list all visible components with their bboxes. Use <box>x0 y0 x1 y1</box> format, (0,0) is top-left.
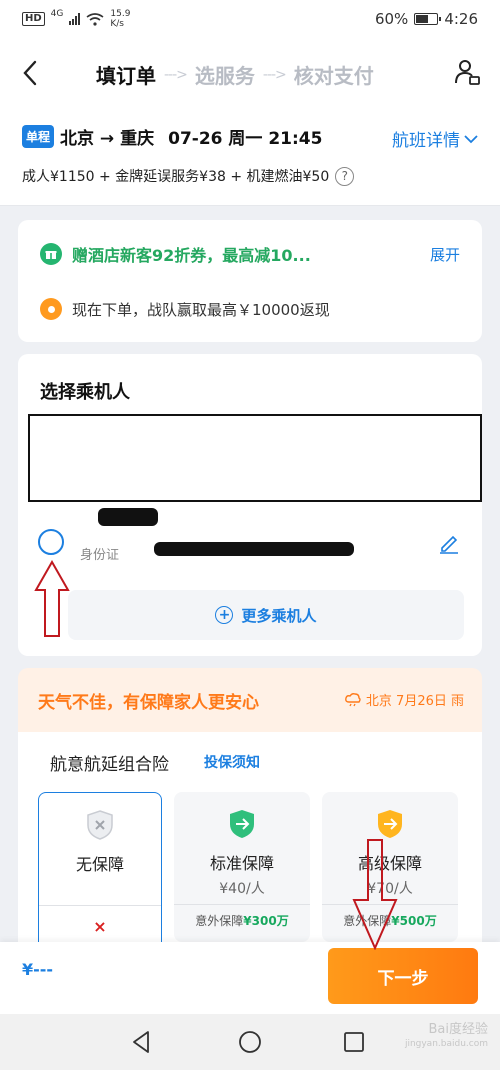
flight-datetime: 07-26 周一 21:45 <box>168 129 323 149</box>
gift-icon <box>40 243 62 265</box>
annotation-arrow-down <box>352 839 398 950</box>
insurance-plan-standard[interactable]: 标准保障 ¥40/人 意外保障¥300万 <box>174 792 310 942</box>
status-left: HD 4G 15.9 K/s <box>22 9 130 29</box>
annotation-arrow-up <box>34 560 70 637</box>
plan-divider <box>39 905 161 906</box>
passenger-section-title: 选择乘机人 <box>40 382 130 403</box>
promo-card: 赠酒店新客92折券，最高减10... 展开 现在下单，战队赢取最高￥10000返… <box>18 220 482 342</box>
hotel-coupon-text: 赠酒店新客92折券，最高减10... <box>72 246 311 265</box>
weather-banner-text: 天气不佳，有保障家人更安心 <box>38 693 259 713</box>
more-passengers-label: 更多乘机人 <box>241 606 317 625</box>
weather-info-text: 北京 7月26日 雨 <box>365 694 464 709</box>
redacted-box <box>28 414 482 502</box>
plan-name: 无保障 <box>75 855 124 874</box>
watermark: Bai度经验 jingyan.baidu.com <box>405 1022 488 1052</box>
wifi-icon <box>86 12 104 26</box>
next-step-button[interactable]: 下一步 <box>328 948 478 1004</box>
back-icon[interactable] <box>16 58 46 88</box>
network-label: 4G <box>50 9 64 19</box>
bottom-bar: ¥--- 下一步 <box>0 942 500 1014</box>
battery-percent: 60% <box>374 10 409 28</box>
step-arrow: ---> <box>164 66 188 83</box>
trip-type-badge: 单程 <box>22 125 55 148</box>
battery-icon <box>414 13 442 25</box>
status-right: 60% 4:26 <box>375 10 478 28</box>
passenger-card: 选择乘机人 身份证 + 更多乘机人 <box>18 354 482 656</box>
flight-info: 单程 北京 → 重庆 07-26 周一 21:45 航班详情 成人¥1150 +… <box>0 110 500 206</box>
expand-link[interactable]: 展开 <box>430 244 460 265</box>
watermark-url: jingyan.baidu.com <box>404 1039 488 1049</box>
flight-summary: 单程 北京 → 重庆 07-26 周一 21:45 <box>22 124 322 149</box>
id-type-label: 身份证 <box>80 548 120 563</box>
plan-name: 标准保障 <box>209 854 274 873</box>
shield-plane-icon <box>378 810 402 838</box>
clock: 4:26 <box>444 10 478 28</box>
step-select-service: 选服务 <box>194 64 255 88</box>
redacted-name <box>98 508 158 526</box>
customer-service-icon[interactable] <box>452 57 482 87</box>
total-price: ¥--- <box>22 960 54 979</box>
weather-info: 北京 7月26日 雨 <box>344 690 464 709</box>
edit-icon[interactable] <box>438 532 460 554</box>
step-confirm-pay: 核对支付 <box>293 64 374 88</box>
system-nav-bar: Bai度经验 jingyan.baidu.com <box>0 1014 500 1070</box>
insurance-title: 航意航延组合险 <box>50 755 169 775</box>
insurance-plan-none[interactable]: 无保障 × <box>38 792 162 942</box>
shield-plane-icon <box>230 810 254 838</box>
signal-icon <box>69 13 81 25</box>
hotel-coupon-row: 赠酒店新客92折券，最高减10... 展开 <box>40 242 460 266</box>
cashback-row: 现在下单，战队赢取最高￥10000返现 <box>40 298 330 320</box>
redacted-id-number <box>154 542 354 556</box>
help-icon[interactable]: ? <box>335 166 355 186</box>
header: 填订单 ---> 选服务 ---> 核对支付 <box>0 38 500 110</box>
plan-divider <box>174 904 310 905</box>
passenger-row[interactable]: 身份证 <box>18 508 482 564</box>
weather-banner: 天气不佳，有保障家人更安心 北京 7月26日 雨 <box>18 668 482 732</box>
status-bar: HD 4G 15.9 K/s 60% 4:26 <box>0 0 500 38</box>
location-pin-icon <box>40 298 62 320</box>
no-coverage-mark: × <box>93 917 107 936</box>
price-breakdown: 成人¥1150 + 金牌延误服务¥38 + 机建燃油¥50 ? <box>22 166 355 186</box>
plus-icon: + <box>215 606 234 624</box>
speed-indicator: 15.9 K/s <box>110 9 131 29</box>
nav-back-icon[interactable] <box>128 1028 156 1056</box>
rain-cloud-icon <box>345 692 361 706</box>
price-breakdown-text: 成人¥1150 + 金牌延误服务¥38 + 机建燃油¥50 <box>22 169 330 185</box>
order-steps: 填订单 ---> 选服务 ---> 核对支付 <box>96 60 374 89</box>
insurance-notice-link[interactable]: 投保须知 <box>204 752 260 772</box>
watermark-brand: Bai度经验 <box>428 1022 489 1037</box>
shield-x-icon <box>87 810 113 840</box>
flight-detail-link[interactable]: 航班详情 <box>392 126 478 151</box>
cashback-text: 现在下单，战队赢取最高￥10000返现 <box>72 300 330 319</box>
nav-home-icon[interactable] <box>236 1028 264 1056</box>
nav-recent-icon[interactable] <box>340 1028 368 1056</box>
step-fill-order: 填订单 <box>96 64 156 88</box>
step-arrow: ---> <box>262 66 287 83</box>
flight-route: 北京 → 重庆 <box>60 129 155 149</box>
chevron-down-icon <box>464 134 478 143</box>
hd-badge: HD <box>22 12 45 26</box>
insurance-card: 航意航延组合险 投保须知 无保障 × 标准保障 ¥40/人 意外保障¥300万 … <box>18 732 482 942</box>
plan-coverage: 意外保障¥300万 <box>195 914 289 928</box>
passenger-radio[interactable] <box>38 529 64 555</box>
more-passengers-button[interactable]: + 更多乘机人 <box>68 590 464 640</box>
flight-detail-label: 航班详情 <box>392 131 460 151</box>
plan-price: ¥40/人 <box>219 881 265 897</box>
